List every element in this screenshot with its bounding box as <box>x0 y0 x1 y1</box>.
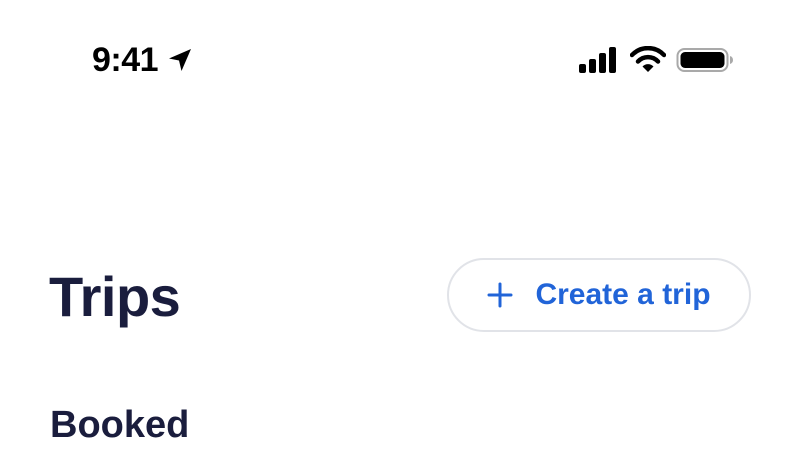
status-time: 9:41 <box>92 41 159 79</box>
create-trip-label: Create a trip <box>535 278 711 311</box>
cellular-signal-icon <box>578 46 620 74</box>
page-title: Trips <box>49 265 181 328</box>
wifi-icon <box>629 45 667 74</box>
status-time-group: 9:41 <box>92 40 194 80</box>
plus-icon <box>487 282 513 308</box>
status-indicators <box>578 44 734 76</box>
battery-icon <box>676 46 734 74</box>
status-bar: 9:41 <box>0 0 800 120</box>
section-heading-booked: Booked <box>50 404 190 446</box>
create-trip-button[interactable]: Create a trip <box>447 258 751 332</box>
location-arrow-icon <box>166 46 194 74</box>
